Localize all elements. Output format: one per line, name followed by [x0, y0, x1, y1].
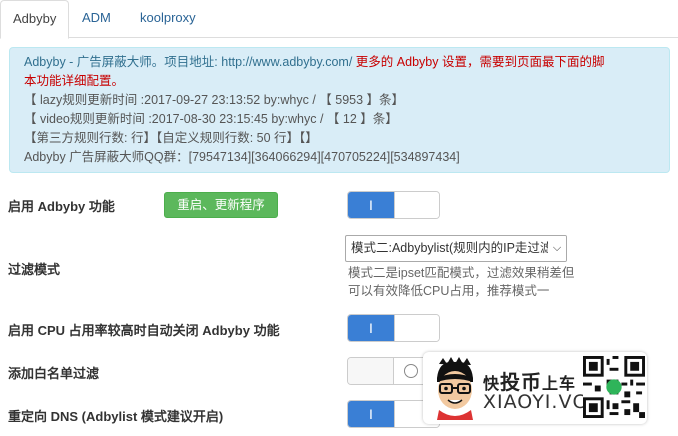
filter-mode-select[interactable]: 模式二:Adbybylist(规则内的IP走过滤 ⌵ — [345, 235, 567, 262]
tab-bar: Adbyby ADM koolproxy — [0, 0, 678, 39]
video-rule-info: 【 video规则更新时间 :2017-08-30 23:15:45 by:wh… — [24, 112, 398, 126]
restart-update-button[interactable]: 重启、更新程序 — [164, 192, 278, 218]
project-description: Adbyby - 广告屏蔽大师。项目地址: http://www.adbyby.… — [24, 55, 353, 69]
info-line-1: Adbyby - 广告屏蔽大师。项目地址: http://www.adbyby.… — [24, 53, 655, 72]
tab-adbyby[interactable]: Adbyby — [0, 0, 70, 39]
qq-group-info: Adbyby 广告屏蔽大师QQ群：[79547134][364066294][4… — [24, 150, 460, 164]
enable-label: 启用 Adbyby 功能 — [8, 199, 115, 214]
filter-mode-label: 过滤模式 — [8, 262, 61, 277]
qr-code-icon — [583, 356, 645, 418]
toggle-on-segment: I — [348, 315, 394, 341]
toggle-on-segment: I — [348, 192, 394, 218]
enable-toggle[interactable]: I — [347, 191, 440, 219]
settings-hint-cont: 本功能详细配置。 — [24, 74, 125, 88]
toggle-on-segment: I — [348, 401, 394, 427]
info-panel: Adbyby - 广告屏蔽大师。项目地址: http://www.adbyby.… — [9, 47, 670, 173]
toggle-knob — [394, 315, 439, 341]
cartoon-face-icon — [437, 357, 473, 420]
lazy-rule-info: 【 lazy规则更新时间 :2017-09-27 23:13:52 by:why… — [24, 93, 405, 107]
cpu-auto-off-label: 启用 CPU 占用率较高时自动关闭 Adbyby 功能 — [8, 323, 280, 338]
watermark-badge: 快投币上车 XIAOYI.VC — [423, 352, 647, 424]
cpu-auto-off-toggle[interactable]: I — [347, 314, 440, 342]
toggle-knob — [394, 192, 439, 218]
chevron-down-icon: ⌵ — [548, 236, 566, 261]
watermark-domain: XIAOYI.VC — [483, 391, 587, 413]
filter-mode-help: 模式二是ipset匹配模式，过滤效果稍差但可以有效降低CPU占用，推荐模式一 — [348, 266, 575, 298]
whitelist-label: 添加白名单过滤 — [8, 366, 100, 381]
tab-adm[interactable]: ADM — [70, 0, 123, 38]
tab-koolproxy[interactable]: koolproxy — [128, 0, 208, 38]
filter-mode-value: 模式二:Adbybylist(规则内的IP走过滤 — [351, 241, 553, 255]
toggle-knob — [348, 358, 394, 384]
custom-rule-info: 【第三方规则行数: 行】【自定义规则行数: 50 行】【】 — [24, 131, 318, 145]
dns-redirect-label: 重定向 DNS (Adbylist 模式建议开启) — [8, 409, 224, 424]
toggle-off-icon — [404, 364, 418, 378]
settings-hint: 更多的 Adbyby 设置，需要到页面最下面的脚 — [352, 55, 605, 69]
